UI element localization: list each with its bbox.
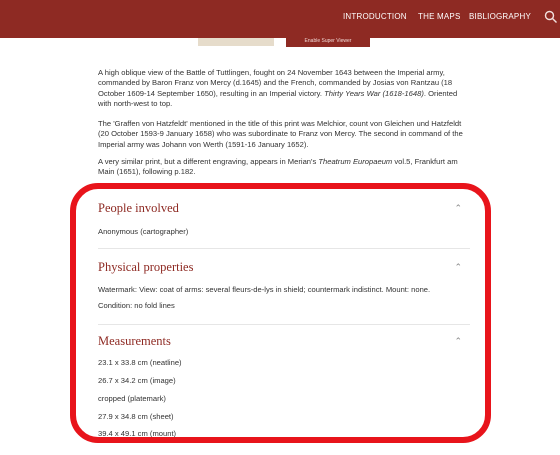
list-item: 39.4 x 49.1 cm (mount) (98, 429, 177, 438)
chevron-up-icon[interactable]: ⌃ (454, 336, 462, 347)
section-divider (98, 324, 470, 325)
search-icon[interactable] (544, 10, 558, 24)
list-item: cropped (platemark) (98, 394, 166, 403)
top-navigation-bar: INTRODUCTION THE MAPS BIBLIOGRAPHY (0, 0, 560, 38)
nav-bibliography[interactable]: BIBLIOGRAPHY (469, 12, 531, 21)
nav-the-maps[interactable]: THE MAPS (418, 12, 461, 21)
section-measurements[interactable]: Measurements ⌃ 23.1 x 33.8 cm (neatline)… (98, 334, 468, 438)
section-divider (98, 248, 470, 249)
super-viewer-button[interactable]: Enable Super Viewer (286, 38, 370, 47)
list-item: Watermark: View: coat of arms: several f… (98, 285, 431, 294)
list-item: 23.1 x 33.8 cm (neatline) (98, 358, 182, 367)
section-people-involved[interactable]: People involved ⌃ Anonymous (cartographe… (98, 201, 468, 241)
list-item: 27.9 x 34.8 cm (sheet) (98, 412, 174, 421)
chevron-up-icon[interactable]: ⌃ (454, 262, 462, 273)
description-paragraph-3: A very similar print, but a different en… (98, 157, 458, 177)
section-title-physical: Physical properties (98, 260, 194, 274)
description-paragraph-2: The 'Graffen von Hatzfeldt' mentioned in… (98, 119, 463, 149)
list-item: Anonymous (cartographer) (98, 227, 189, 236)
description-paragraph-1: A high oblique view of the Battle of Tut… (98, 68, 458, 108)
map-image-thumbnail[interactable] (198, 38, 274, 46)
nav-introduction[interactable]: INTRODUCTION (343, 12, 407, 21)
section-title-measurements: Measurements (98, 334, 171, 348)
section-physical-properties[interactable]: Physical properties ⌃ Watermark: View: c… (98, 260, 468, 320)
list-item: 26.7 x 34.2 cm (image) (98, 376, 176, 385)
list-item: Condition: no fold lines (98, 301, 175, 310)
chevron-up-icon[interactable]: ⌃ (454, 203, 462, 214)
section-title-people: People involved (98, 201, 179, 215)
